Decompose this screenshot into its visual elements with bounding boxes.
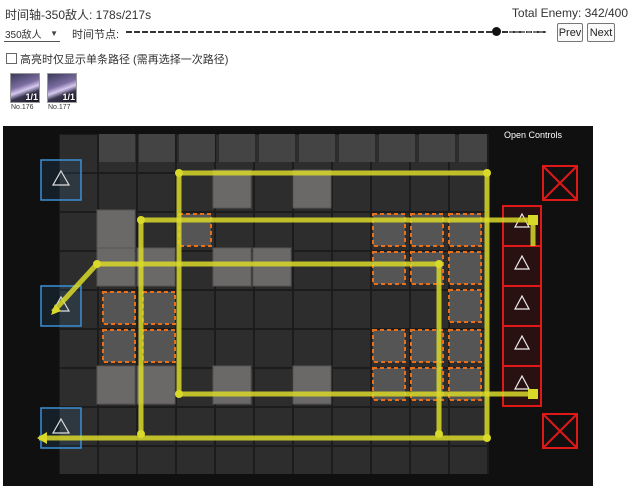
wave-select-value: 350敌人 — [5, 29, 42, 41]
enemy-card-176[interactable]: 1/1 — [10, 73, 40, 103]
next-button[interactable]: Next — [587, 23, 615, 42]
highlight-single-path-checkbox[interactable] — [6, 53, 17, 64]
chevron-down-icon: ▼ — [50, 28, 58, 38]
total-enemy-count: Total Enemy: 342/400 — [511, 6, 628, 20]
top-wall-row — [99, 134, 487, 162]
enemy-count: 1/1 — [25, 92, 38, 102]
wave-select[interactable]: 350敌人 ▼ — [4, 25, 60, 42]
highlight-single-path-label: 高亮时仅显示单条路径 (需再选择一次路径) — [20, 54, 229, 66]
map-view[interactable] — [3, 126, 593, 486]
enemy-number: No.176 — [11, 104, 34, 111]
time-slider-thumb[interactable] — [492, 27, 501, 36]
prev-button[interactable]: Prev — [557, 23, 583, 42]
enemy-card-177[interactable]: 1/1 — [47, 73, 77, 103]
time-slider-remaining[interactable] — [509, 31, 546, 33]
open-controls-button[interactable]: Open Controls — [504, 130, 562, 140]
timeline-title: 时间轴-350敌人: 178s/217s — [5, 8, 152, 22]
enemy-number: No.177 — [48, 104, 71, 111]
enemy-count: 1/1 — [62, 92, 75, 102]
time-slider-track[interactable] — [126, 31, 546, 33]
time-node-label: 时间节点: — [72, 29, 120, 41]
